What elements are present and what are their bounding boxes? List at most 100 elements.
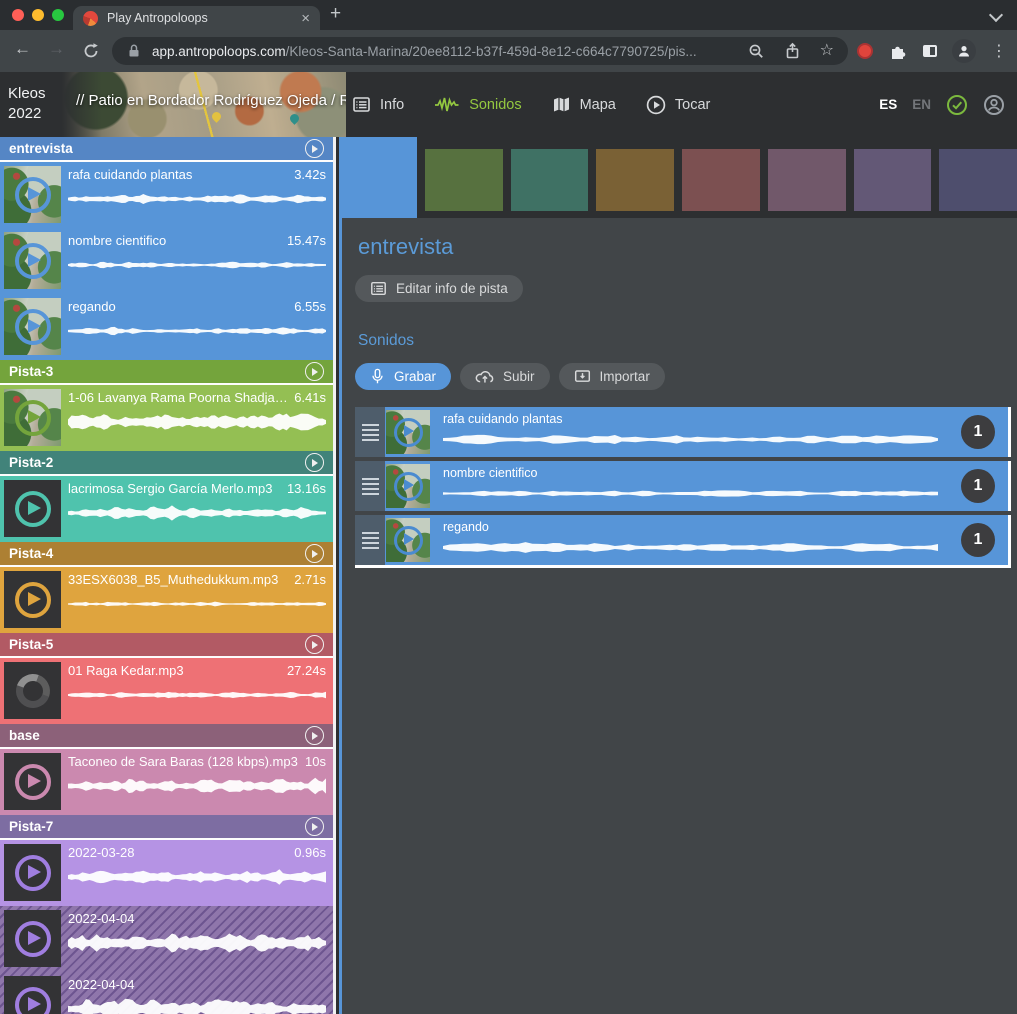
sound-item[interactable]: 01 Raga Kedar.mp327.24s [0,658,333,724]
nav-info[interactable]: Info [352,95,404,114]
track-play-icon[interactable] [305,635,324,654]
record-button[interactable]: Grabar [355,363,451,390]
sound-row[interactable]: regando 1 [355,515,1011,565]
browser-menu-icon[interactable]: ⋮ [991,41,1007,61]
sound-thumbnail[interactable] [386,518,430,562]
track-tile-8[interactable] [939,149,1017,211]
sound-row[interactable]: rafa cuidando plantas 1 [355,407,1011,457]
sound-thumbnail[interactable] [386,464,430,508]
sound-thumbnail[interactable] [4,753,61,810]
track-play-icon[interactable] [305,139,324,158]
sound-thumbnail[interactable] [4,662,61,719]
track-header[interactable]: base [0,724,333,749]
sound-thumbnail[interactable] [4,232,61,289]
sound-item[interactable]: 2022-03-280.96s [0,840,333,906]
forward-button[interactable]: → [48,39,65,59]
panel-title: entrevista [358,234,1017,260]
track-play-icon[interactable] [305,726,324,745]
sound-item[interactable]: 2022-04-04 [0,906,333,972]
sound-item[interactable]: 2022-04-04 [0,972,333,1014]
drag-handle[interactable] [355,407,385,457]
import-button[interactable]: Importar [559,363,665,390]
upload-button[interactable]: Subir [460,363,550,390]
waveform [68,930,326,956]
sound-thumbnail[interactable] [4,910,61,967]
nav-mapa[interactable]: Mapa [552,96,616,113]
sound-thumbnail[interactable] [4,298,61,355]
track-tile-7[interactable] [854,149,932,211]
sound-row[interactable]: nombre cientifico 1 [355,461,1011,511]
zoom-icon[interactable] [748,43,765,60]
track-play-icon[interactable] [305,362,324,381]
drag-handle[interactable] [355,461,385,511]
play-icon [15,400,51,436]
sound-thumbnail[interactable] [4,389,61,446]
account-icon[interactable] [983,94,1005,116]
share-icon[interactable] [784,42,801,60]
track-header[interactable]: Pista-3 [0,360,333,385]
lang-en[interactable]: EN [912,97,931,112]
track-header[interactable]: Pista-7 [0,815,333,840]
track-header[interactable]: Pista-2 [0,451,333,476]
track-play-icon[interactable] [305,453,324,472]
track-section-pista2: Pista-2 lacrimosa Sergio García Merlo.mp… [0,451,333,542]
lang-es[interactable]: ES [879,97,897,112]
track-name: base [9,728,305,743]
drag-handle[interactable] [355,515,385,565]
track-play-icon[interactable] [305,544,324,563]
browser-window: Play Antropoloops × + ← → app.antropoloo… [0,0,1017,1014]
window-close-button[interactable] [12,9,24,21]
track-tile-5[interactable] [682,149,760,211]
sound-title: lacrimosa Sergio García Merlo.mp3 [68,481,272,496]
sound-count-badge: 1 [961,469,995,503]
track-header[interactable]: Pista-4 [0,542,333,567]
track-tile-6[interactable] [768,149,846,211]
sound-item[interactable]: rafa cuidando plantas3.42s [0,162,333,228]
sound-thumbnail[interactable] [4,166,61,223]
waveform [443,427,938,452]
nav-tocar[interactable]: Tocar [646,95,710,115]
sound-item[interactable]: regando6.55s [0,294,333,360]
sound-thumbnail[interactable] [4,480,61,537]
sound-item[interactable]: 33ESX6038_B5_Muthedukkum.mp32.71s [0,567,333,633]
window-minimize-button[interactable] [32,9,44,21]
header-right-cluster: ES EN [879,72,1005,137]
play-icon [15,491,51,527]
track-tile-2[interactable] [425,149,503,211]
loading-spinner [10,668,55,713]
track-tile-3[interactable] [511,149,589,211]
new-tab-button[interactable]: + [330,3,341,25]
bookmark-star-icon[interactable]: ☆ [820,43,834,59]
tab-search-chevron-icon[interactable] [989,8,1003,22]
status-check-icon[interactable] [946,94,968,116]
track-name: Pista-3 [9,364,305,379]
track-tile-entrevista[interactable] [339,137,417,218]
url-bar[interactable]: app.antropoloops.com/Kleos-Santa-Marina/… [112,37,848,65]
sound-thumbnail[interactable] [386,410,430,454]
browser-tab[interactable]: Play Antropoloops × [73,6,320,30]
sound-item[interactable]: Taconeo de Sara Baras (128 kbps).mp310s [0,749,333,815]
extensions-puzzle-icon[interactable] [888,41,908,61]
track-header[interactable]: Pista-5 [0,633,333,658]
sound-item[interactable]: 1-06 Lavanya Rama Poorna Shadjam Rupak..… [0,385,333,451]
nav-sonidos[interactable]: Sonidos [434,96,521,114]
sound-thumbnail[interactable] [4,976,61,1014]
reload-icon[interactable] [82,42,100,60]
sound-thumbnail[interactable] [4,571,61,628]
record-extension-icon[interactable] [857,43,873,59]
back-button[interactable]: ← [14,39,31,59]
track-header[interactable]: entrevista [0,137,333,162]
track-play-icon[interactable] [305,817,324,836]
sound-thumbnail[interactable] [4,844,61,901]
map-pin-yellow [210,110,223,123]
side-panel-icon[interactable] [923,45,937,57]
tab-close-icon[interactable]: × [301,11,310,26]
track-name: Pista-4 [9,546,305,561]
track-tile-4[interactable] [596,149,674,211]
tracks-sidebar: entrevista rafa cuidando plantas3.42s no… [0,137,336,1014]
profile-avatar[interactable] [952,39,976,63]
sound-item[interactable]: nombre cientifico15.47s [0,228,333,294]
sound-item[interactable]: lacrimosa Sergio García Merlo.mp313.16s [0,476,333,542]
window-zoom-button[interactable] [52,9,64,21]
edit-track-info-button[interactable]: Editar info de pista [355,275,523,302]
